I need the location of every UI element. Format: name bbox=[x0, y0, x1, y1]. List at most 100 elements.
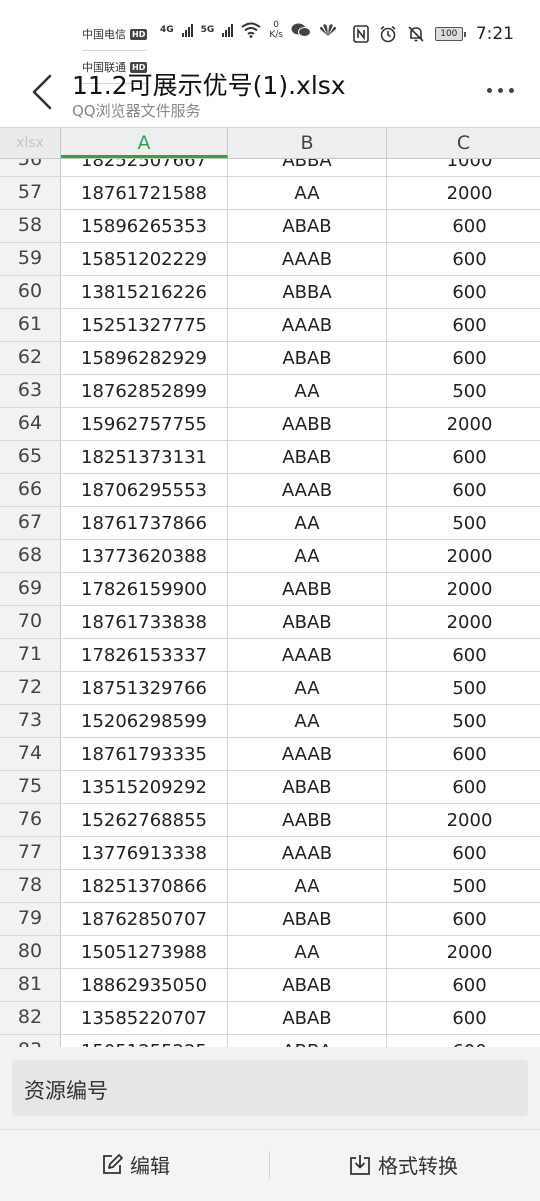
cell-c[interactable]: 600 bbox=[387, 738, 540, 770]
cell-b[interactable]: ABAB bbox=[228, 903, 387, 935]
cell-a[interactable]: 18762850707 bbox=[61, 903, 228, 935]
row-number[interactable]: 75 bbox=[0, 771, 61, 803]
cell-a[interactable]: 18862935050 bbox=[61, 969, 228, 1001]
row-number[interactable]: 58 bbox=[0, 210, 61, 242]
row-number[interactable]: 73 bbox=[0, 705, 61, 737]
cell-a[interactable]: 13815216226 bbox=[61, 276, 228, 308]
cell-c[interactable]: 600 bbox=[387, 1002, 540, 1034]
spreadsheet[interactable]: xlsx A B C 56 18252507667 ABBA 1000 57 187617… bbox=[0, 127, 540, 1047]
cell-c[interactable]: 600 bbox=[387, 441, 540, 473]
cell-c[interactable]: 2000 bbox=[387, 936, 540, 968]
row-number[interactable]: 61 bbox=[0, 309, 61, 341]
cell-a[interactable]: 18251373131 bbox=[61, 441, 228, 473]
table-row[interactable]: 68 13773620388 AA 2000 bbox=[0, 540, 540, 573]
cell-a[interactable]: 13585220707 bbox=[61, 1002, 228, 1034]
cell-c[interactable]: 500 bbox=[387, 672, 540, 704]
table-row[interactable]: 63 18762852899 AA 500 bbox=[0, 375, 540, 408]
row-number[interactable]: 82 bbox=[0, 1002, 61, 1034]
cell-a[interactable]: 15962757755 bbox=[61, 408, 228, 440]
cell-b[interactable]: ABAB bbox=[228, 210, 387, 242]
row-number[interactable]: 77 bbox=[0, 837, 61, 869]
table-row[interactable]: 61 15251327775 AAAB 600 bbox=[0, 309, 540, 342]
table-row[interactable]: 57 18761721588 AA 2000 bbox=[0, 177, 540, 210]
cell-c[interactable]: 500 bbox=[387, 705, 540, 737]
cell-b[interactable]: AABB bbox=[228, 804, 387, 836]
cell-c[interactable]: 600 bbox=[387, 342, 540, 374]
table-row[interactable]: 60 13815216226 ABBA 600 bbox=[0, 276, 540, 309]
cell-c[interactable]: 600 bbox=[387, 276, 540, 308]
row-number[interactable]: 72 bbox=[0, 672, 61, 704]
cell-b[interactable]: AA bbox=[228, 177, 387, 209]
row-number[interactable]: 65 bbox=[0, 441, 61, 473]
cell-c[interactable]: 600 bbox=[387, 474, 540, 506]
table-row[interactable]: 79 18762850707 ABAB 600 bbox=[0, 903, 540, 936]
cell-c[interactable]: 600 bbox=[387, 903, 540, 935]
table-row[interactable]: 75 13515209292 ABAB 600 bbox=[0, 771, 540, 804]
more-button[interactable] bbox=[478, 78, 514, 102]
cell-a[interactable]: 13515209292 bbox=[61, 771, 228, 803]
cell-b[interactable]: AAAB bbox=[228, 309, 387, 341]
row-number[interactable]: 57 bbox=[0, 177, 61, 209]
table-row[interactable]: 73 15206298599 AA 500 bbox=[0, 705, 540, 738]
cell-a[interactable]: 15262768855 bbox=[61, 804, 228, 836]
cell-b[interactable]: AA bbox=[228, 672, 387, 704]
cell-a[interactable]: 15206298599 bbox=[61, 705, 228, 737]
row-number[interactable]: 64 bbox=[0, 408, 61, 440]
cell-a[interactable]: 15896282929 bbox=[61, 342, 228, 374]
row-number[interactable]: 70 bbox=[0, 606, 61, 638]
cell-b[interactable]: ABAB bbox=[228, 342, 387, 374]
cell-b[interactable]: ABAB bbox=[228, 969, 387, 1001]
table-row[interactable]: 82 13585220707 ABAB 600 bbox=[0, 1002, 540, 1035]
cell-a[interactable]: 18762852899 bbox=[61, 375, 228, 407]
table-row[interactable]: 71 17826153337 AAAB 600 bbox=[0, 639, 540, 672]
table-row[interactable]: 8315051255225ABBA600 bbox=[0, 1035, 540, 1047]
format-convert-button[interactable]: 格式转换 bbox=[348, 1150, 458, 1179]
cell-b[interactable]: AA bbox=[228, 375, 387, 407]
cell-a[interactable]: 17826159900 bbox=[61, 573, 228, 605]
table-row[interactable]: 72 18751329766 AA 500 bbox=[0, 672, 540, 705]
cell-b[interactable]: AAAB bbox=[228, 474, 387, 506]
cell-b[interactable]: ABAB bbox=[228, 606, 387, 638]
back-button[interactable] bbox=[26, 70, 62, 114]
row-number[interactable]: 62 bbox=[0, 342, 61, 374]
row-number[interactable]: 60 bbox=[0, 276, 61, 308]
cell-c[interactable]: 600 bbox=[387, 1035, 540, 1047]
row-number[interactable]: 81 bbox=[0, 969, 61, 1001]
cell-b[interactable]: AABB bbox=[228, 573, 387, 605]
cell-b[interactable]: AA bbox=[228, 540, 387, 572]
cell-c[interactable]: 2000 bbox=[387, 177, 540, 209]
cell-c[interactable]: 2000 bbox=[387, 804, 540, 836]
cell-b[interactable]: AAAB bbox=[228, 639, 387, 671]
column-header-c[interactable]: C bbox=[387, 128, 540, 158]
cell-a[interactable]: 18706295553 bbox=[61, 474, 228, 506]
row-number[interactable]: 83 bbox=[0, 1035, 61, 1047]
table-row[interactable]: 77 13776913338 AAAB 600 bbox=[0, 837, 540, 870]
cell-b[interactable]: AA bbox=[228, 936, 387, 968]
cell-a[interactable]: 18761793335 bbox=[61, 738, 228, 770]
cell-c[interactable]: 600 bbox=[387, 969, 540, 1001]
cell-a[interactable]: 15051273988 bbox=[61, 936, 228, 968]
cell-b[interactable]: AABB bbox=[228, 408, 387, 440]
cell-a[interactable]: 18761737866 bbox=[61, 507, 228, 539]
table-row[interactable]: 74 18761793335 AAAB 600 bbox=[0, 738, 540, 771]
cell-a[interactable]: 18251370866 bbox=[61, 870, 228, 902]
table-row[interactable]: 69 17826159900 AABB 2000 bbox=[0, 573, 540, 606]
cell-c[interactable]: 2000 bbox=[387, 573, 540, 605]
cell-b[interactable]: ABBA bbox=[228, 1035, 387, 1047]
table-row[interactable]: 67 18761737866 AA 500 bbox=[0, 507, 540, 540]
cell-a[interactable]: 18761733838 bbox=[61, 606, 228, 638]
cell-c[interactable]: 600 bbox=[387, 243, 540, 275]
cell-c[interactable]: 600 bbox=[387, 210, 540, 242]
cell-c[interactable]: 500 bbox=[387, 375, 540, 407]
table-row[interactable]: 62 15896282929 ABAB 600 bbox=[0, 342, 540, 375]
row-number[interactable]: 68 bbox=[0, 540, 61, 572]
cell-b[interactable]: AAAB bbox=[228, 243, 387, 275]
cell-b[interactable]: ABAB bbox=[228, 441, 387, 473]
column-header-a[interactable]: A bbox=[61, 128, 228, 158]
cell-a[interactable]: 17826153337 bbox=[61, 639, 228, 671]
cell-b[interactable]: AAAB bbox=[228, 738, 387, 770]
cell-c[interactable]: 600 bbox=[387, 639, 540, 671]
cell-b[interactable]: AAAB bbox=[228, 837, 387, 869]
cell-c[interactable]: 500 bbox=[387, 507, 540, 539]
cell-a[interactable]: 13776913338 bbox=[61, 837, 228, 869]
